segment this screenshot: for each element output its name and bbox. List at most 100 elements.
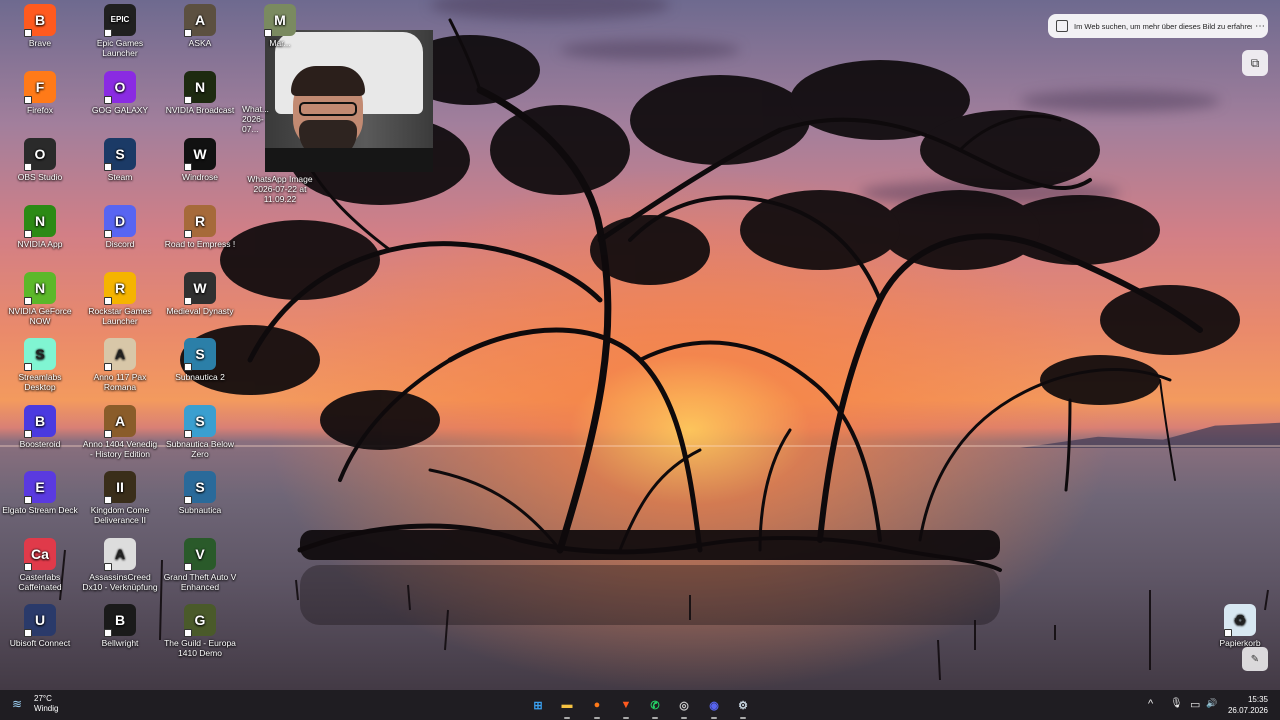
epic-games-icon: EPIC [104, 4, 136, 37]
taskbar-obs-button[interactable]: ◎ [673, 694, 695, 719]
desktop-icon-kingdom-come[interactable]: II Kingdom Come Deliverance II [80, 471, 160, 525]
desktop-icon-ubisoft[interactable]: U Ubisoft Connect [0, 604, 80, 648]
whatsapp-partial-label-line1: What... [242, 104, 269, 114]
edit-corner-button[interactable]: ✎ [1242, 647, 1268, 671]
desktop-icon-boosteroid[interactable]: B Boosteroid [0, 405, 80, 449]
taskbar-start-button[interactable]: ⊞ [527, 694, 549, 716]
taskbar-firefox-button[interactable]: ● [586, 694, 608, 719]
microphone-icon[interactable]: 🎙 [1170, 698, 1183, 709]
desktop-icon-bellwright[interactable]: B Bellwright [80, 604, 160, 648]
taskbar: ≋ 27°C Windig ⊞ ▬ ● ▼ ✆ ◎ ◉ ⚙ ^ 🎙 ▭ 🔊 15:35 26.… [0, 690, 1280, 720]
anno-117-icon: A [104, 338, 136, 371]
gog-galaxy-icon: O [104, 71, 136, 104]
desktop-icon-anno-117[interactable]: A Anno 117 Pax Romana [80, 338, 160, 392]
whatsapp-partial-label-line2: 2026-07... [242, 114, 264, 134]
desktop-icon-steam[interactable]: S Steam [80, 138, 160, 182]
visual-search-text: Im Web suchen, um mehr über dieses Bild … [1074, 21, 1252, 31]
desktop-icon-epic-games[interactable]: EPIC Epic Games Launcher [80, 4, 160, 58]
lens-button[interactable]: ⧉ [1242, 50, 1268, 76]
desktop-icon-label: OBS Studio [17, 172, 63, 182]
more-options-icon[interactable]: ⋯ [1252, 21, 1268, 32]
wind-icon: ≋ [12, 697, 23, 711]
weather-widget[interactable]: ≋ 27°C Windig [12, 694, 58, 714]
medieval-dynasty-icon: W [184, 272, 216, 305]
desktop-icon-geforce-now[interactable]: N NVIDIA GeForce NOW [0, 272, 80, 326]
taskbar-explorer-button[interactable]: ▬ [556, 694, 578, 719]
desktop-icon-subnautica[interactable]: S Subnautica [160, 471, 240, 515]
weather-condition: Windig [34, 704, 59, 713]
firefox-icon: F [24, 71, 56, 104]
weather-temp: 27°C [34, 694, 52, 703]
desktop-icon-firefox[interactable]: F Firefox [0, 71, 80, 115]
desktop-icon-gta-v[interactable]: V Grand Theft Auto V Enhanced [160, 538, 240, 592]
obs-icon: ◎ [679, 699, 689, 712]
rockstar-icon: R [104, 272, 136, 305]
desktop-icon-label: ASKA [188, 38, 212, 48]
glasses [299, 102, 357, 116]
whatsapp-image-label-line2: 2026-07-22 at 11.09.22 [253, 184, 307, 204]
desktop-icon-label: Brave [28, 38, 52, 48]
file-explorer-icon: ▬ [561, 699, 573, 711]
road-to-empress-icon: R [184, 205, 216, 238]
whatsapp-image-file[interactable]: WhatsApp Image 2026-07-22 at 11.09.22 [236, 174, 324, 204]
desktop-icon-nvidia-app[interactable]: N NVIDIA App [0, 205, 80, 249]
taskbar-steam-button[interactable]: ⚙ [732, 694, 754, 719]
desktop-icon-the-guild[interactable]: G The Guild - Europa 1410 Demo [160, 604, 240, 658]
desktop-icon-label: Elgato Stream Deck [2, 505, 78, 515]
whatsapp-image-label-line1: WhatsApp Image [247, 174, 313, 184]
desktop-icon-nvidia-broadcast[interactable]: N NVIDIA Broadcast [160, 71, 240, 115]
tray-chevron-icon[interactable]: ^ [1148, 698, 1153, 710]
taskbar-whatsapp-button[interactable]: ✆ [644, 694, 666, 719]
whatsapp-image-partial-label[interactable]: What... 2026-07... [240, 104, 280, 134]
desktop-icon-label: Casterlabs Caffeinated [18, 572, 62, 592]
taskbar-brave-button[interactable]: ▼ [615, 694, 637, 719]
desktop-icon-label: Rockstar Games Launcher [88, 306, 152, 326]
desktop-icon-label: Kingdom Come Deliverance II [90, 505, 150, 525]
desktop-icon-label: Subnautica [178, 505, 222, 515]
desktop-icon-road-to-empress[interactable]: R Road to Empress ! [160, 205, 240, 249]
windrose-icon: W [184, 138, 216, 171]
desktop-icon-recycle-bin[interactable]: ♻ Papierkorb [1200, 604, 1280, 648]
desktop-icon-aska[interactable]: A ASKA [160, 4, 240, 48]
desktop-icon-medieval-dynasty[interactable]: W Medieval Dynasty [160, 272, 240, 316]
display-icon[interactable]: ▭ [1190, 698, 1200, 711]
desktop-icon-gog-galaxy[interactable]: O GOG GALAXY [80, 71, 160, 115]
taskbar-discord-button[interactable]: ◉ [703, 694, 725, 719]
desktop-icon-brave[interactable]: B Brave [0, 4, 80, 48]
desktop-icon-streamlabs[interactable]: S Streamlabs Desktop [0, 338, 80, 392]
desktop-icon-label: Papierkorb [1219, 638, 1261, 648]
desktop-icon-label: Discord [105, 239, 135, 249]
desktop-icon-obs[interactable]: O OBS Studio [0, 138, 80, 182]
desktop-icon-subnautica-below-zero[interactable]: S Subnautica Below Zero [160, 405, 240, 459]
stream-deck-icon: E [24, 471, 56, 504]
desktop-icon-label: Mar... [269, 38, 291, 48]
nvidia-app-icon: N [24, 205, 56, 238]
desktop-icon-castle[interactable]: M Mar... [240, 4, 320, 48]
desktop-icon-label: NVIDIA Broadcast [165, 105, 235, 115]
desktop-icon-subnautica-2[interactable]: S Subnautica 2 [160, 338, 240, 382]
desktop-icon-windrose[interactable]: W Windrose [160, 138, 240, 182]
desktop-icon-casterlabs[interactable]: Ca Casterlabs Caffeinated [0, 538, 80, 592]
system-clock[interactable]: 15:35 26.07.2026 [1228, 694, 1268, 716]
desktop-icon-label: Ubisoft Connect [9, 638, 71, 648]
webcam-overlay [265, 30, 433, 172]
visual-search-pill[interactable]: Im Web suchen, um mehr über dieses Bild … [1048, 14, 1268, 38]
nvidia-broadcast-icon: N [184, 71, 216, 104]
desktop-icon-rockstar[interactable]: R Rockstar Games Launcher [80, 272, 160, 326]
desktop-icon-label: Windrose [182, 172, 218, 182]
kingdom-come-icon: II [104, 471, 136, 504]
windows-start-icon: ⊞ [533, 699, 543, 712]
desktop-icon-assassins-creed[interactable]: A AssassinsCreed Dx10 - Verknüpfung [80, 538, 160, 592]
clock-date: 26.07.2026 [1227, 706, 1268, 715]
gta-v-icon: V [184, 538, 216, 571]
desktop-icon-anno-1404[interactable]: A Anno 1404 Venedig - History Edition [80, 405, 160, 459]
desktop-icon-label: Anno 1404 Venedig - History Edition [82, 439, 158, 459]
desktop-icon-discord[interactable]: D Discord [80, 205, 160, 249]
subnautica-2-icon: S [184, 338, 216, 371]
desktop-icon-stream-deck[interactable]: E Elgato Stream Deck [0, 471, 80, 515]
desktop-icon-label: GOG GALAXY [91, 105, 149, 115]
obs-icon: O [24, 138, 56, 171]
volume-icon[interactable]: 🔊 [1206, 698, 1217, 709]
subnautica-below-zero-icon: S [184, 405, 216, 438]
anno-1404-icon: A [104, 405, 136, 438]
